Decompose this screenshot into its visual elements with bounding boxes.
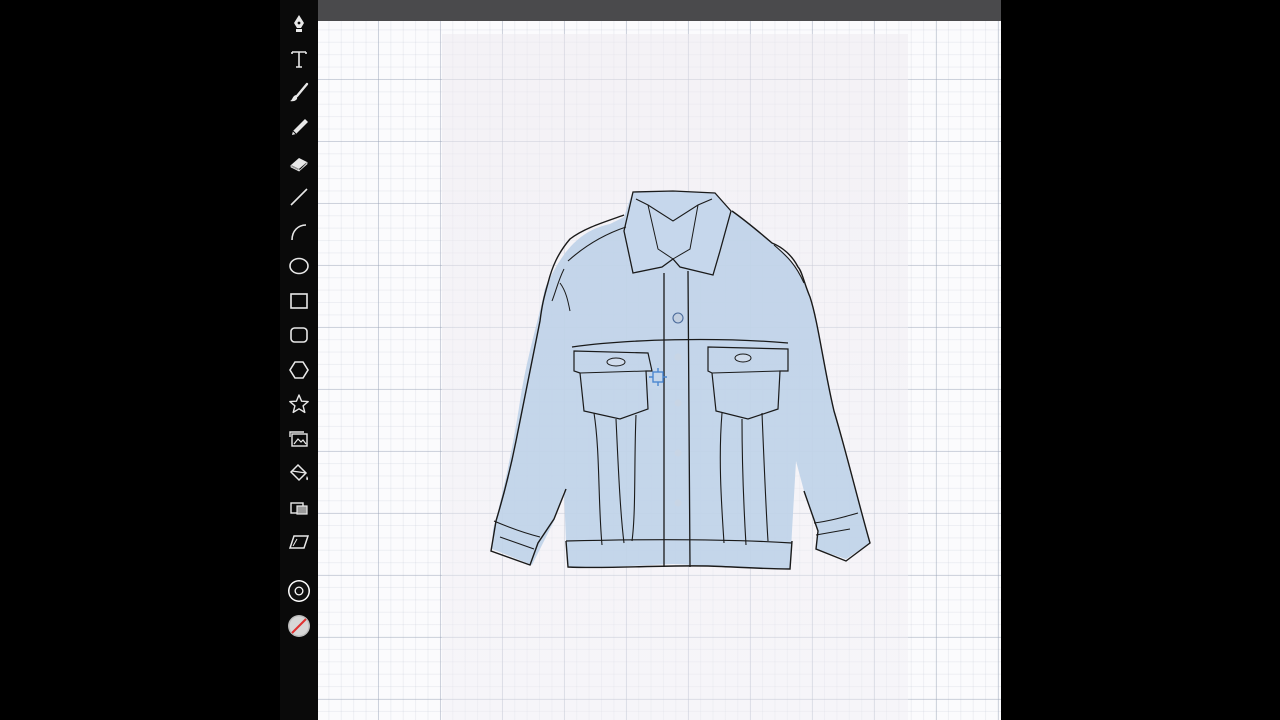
pencil-tool-button[interactable] (284, 113, 314, 143)
ellipse-icon (289, 257, 309, 275)
no-fill-icon (288, 615, 310, 637)
paint-bucket-icon (289, 463, 309, 482)
pen-tool-button[interactable] (284, 9, 314, 39)
drawing-canvas[interactable] (318, 21, 1001, 720)
pencil-icon (292, 119, 308, 135)
shear-tool-button[interactable] (284, 527, 314, 557)
arrange-tool-button[interactable] (284, 493, 314, 523)
polygon-tool-button[interactable] (284, 355, 314, 385)
rounded-rectangle-icon (290, 327, 308, 343)
fill-color-swatch[interactable] (284, 611, 314, 641)
stroke-color-icon (288, 580, 310, 602)
rounded-rectangle-tool-button[interactable] (284, 320, 314, 350)
jacket-drawing[interactable] (318, 21, 1001, 720)
arrange-layers-icon (290, 502, 308, 515)
image-stack-icon (289, 431, 308, 447)
rectangle-tool-button[interactable] (284, 286, 314, 316)
arc-icon (291, 224, 307, 241)
text-tool-button[interactable] (284, 44, 314, 74)
line-tool-button[interactable] (284, 182, 314, 212)
eraser-icon (290, 158, 308, 172)
stroke-color-swatch[interactable] (284, 576, 314, 606)
tool-palette (280, 0, 318, 720)
pen-nib-icon (294, 15, 304, 32)
brush-tool-button[interactable] (284, 78, 314, 108)
fill-tool-button[interactable] (284, 458, 314, 488)
jacket-collar (623, 190, 732, 276)
drawing-app-window (280, 0, 1001, 720)
jacket-button (672, 312, 684, 324)
hexagon-icon (289, 361, 309, 379)
top-bar (318, 0, 1001, 21)
star-icon (289, 394, 309, 414)
arc-tool-button[interactable] (284, 217, 314, 247)
rectangle-icon (290, 293, 308, 309)
star-tool-button[interactable] (284, 389, 314, 419)
image-tool-button[interactable] (284, 424, 314, 454)
parallelogram-icon (288, 535, 310, 549)
ellipse-tool-button[interactable] (284, 251, 314, 281)
eraser-tool-button[interactable] (284, 148, 314, 178)
line-icon (290, 188, 308, 206)
text-t-icon (291, 51, 307, 68)
brush-icon (290, 82, 309, 102)
